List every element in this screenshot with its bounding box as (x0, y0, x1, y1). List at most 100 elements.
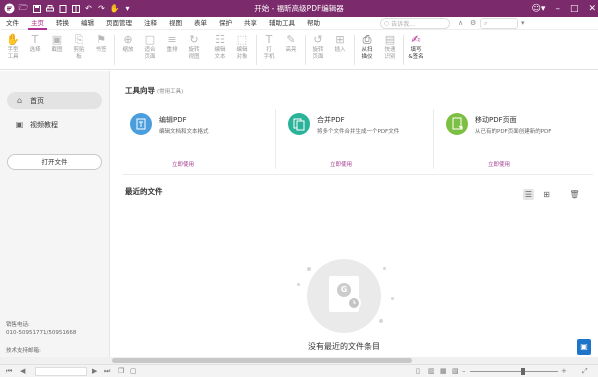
tab-protect[interactable]: 保护 (213, 17, 238, 30)
cover-page-icon[interactable]: ▧ (452, 367, 459, 375)
select-button[interactable]: T 选择 (24, 33, 46, 54)
typewriter-button[interactable]: T打 字机 (258, 33, 280, 61)
tab-page-management[interactable]: 页面管理 (100, 17, 138, 30)
tab-accessibility[interactable]: 辅助工具 (263, 17, 301, 30)
zoom-slider[interactable] (470, 371, 558, 372)
tool-divider (433, 109, 434, 169)
rotate-view-button[interactable]: ↻ 旋转 视图 (183, 33, 205, 61)
minimize-button[interactable]: – (555, 4, 560, 14)
tools-wizard-title: 工具向导 (常用工具) (125, 85, 183, 96)
tool-divider (275, 109, 276, 169)
undo-icon[interactable]: ↶ (83, 3, 94, 14)
app-watermark-icon: G (337, 283, 351, 297)
fill-sign-button[interactable]: ✍ 填写 &签名 (405, 33, 427, 61)
hand-tool-button[interactable]: ✋ 手型 工具 (2, 33, 24, 61)
tab-comment[interactable]: 注释 (138, 17, 163, 30)
quick-ocr-button[interactable]: ▤ 快速 识别 (379, 33, 401, 61)
clipboard-button[interactable]: ⎘ 剪贴 板 (68, 33, 90, 61)
tool-desc: 编辑文档和文本格式 (159, 129, 209, 135)
tool-desc: 将多个文件合并生成一个PDF文件 (317, 129, 400, 135)
single-page-icon[interactable]: ▯ (416, 367, 420, 375)
first-page-icon[interactable]: ⏮ (6, 367, 12, 376)
pen-sign-icon: ✍ (411, 33, 421, 46)
title-bar: 🗁 ↶ ↷ ✋ ▾ 开始 - 福昕高级PDF编辑器 ☺▾ – □ ✕ (0, 0, 598, 17)
scrollbar-thumb[interactable] (112, 358, 412, 363)
account-icon[interactable]: ☺▾ (532, 4, 546, 14)
tab-share[interactable]: 共享 (238, 17, 263, 30)
tab-home[interactable]: 主页 (25, 17, 50, 30)
bookmark-button[interactable]: ⚑ 书签 (90, 33, 112, 54)
edit-text-button[interactable]: ☷ 编辑 文本 (209, 33, 231, 61)
maximize-button[interactable]: □ (570, 4, 579, 14)
trash-icon[interactable]: 🗑 (569, 189, 580, 200)
fit-view-icon[interactable]: ▢ (130, 367, 137, 375)
grid-view-icon[interactable]: ⊞ (541, 189, 552, 200)
list-view-icon[interactable]: ☰ (523, 189, 534, 200)
close-button[interactable]: ✕ (588, 4, 596, 14)
tab-form[interactable]: 表单 (188, 17, 213, 30)
tab-edit[interactable]: 编辑 (75, 17, 100, 30)
select-text-icon: T (31, 33, 39, 46)
settings-gear-icon[interactable]: ⚙ (470, 19, 476, 27)
zoom-in-icon[interactable]: + (561, 367, 567, 375)
tool-card-merge-pdf[interactable]: 合并PDF 将多个文件合并生成一个PDF文件 立即使用 (288, 111, 438, 171)
screenshot-button[interactable]: ▣ 截图 (46, 33, 68, 54)
ocr-icon: ▤ (384, 33, 396, 46)
new-doc-icon[interactable] (57, 3, 68, 14)
zoom-slider-knob[interactable] (521, 368, 525, 375)
open-icon[interactable]: 🗁 (18, 3, 29, 14)
tool-card-move-pages[interactable]: 移动PDF页面 从已有的PDF页面创建新的PDF 立即使用 (446, 111, 596, 171)
tool-card-edit-pdf[interactable]: 编辑PDF 编辑文档和文本格式 立即使用 (130, 111, 280, 171)
tell-me-search[interactable]: ○ 告诉我... (380, 18, 450, 29)
floating-panel-button[interactable]: ▣ (577, 339, 591, 355)
window-controls: ☺▾ – □ ✕ (532, 0, 596, 17)
fit-page-button[interactable]: □ 适合 页面 (139, 33, 161, 61)
ribbon-separator (354, 35, 355, 65)
horizontal-scrollbar[interactable] (0, 357, 598, 364)
tab-convert[interactable]: 转换 (50, 17, 75, 30)
zoom-out-icon[interactable]: – (462, 367, 466, 375)
customize-qa-chevron-icon[interactable]: ▾ (122, 3, 133, 14)
find-input[interactable]: ⌕ (480, 18, 518, 29)
from-scanner-button[interactable]: ⎙ 从扫 描仪 (356, 33, 378, 61)
use-now-link[interactable]: 立即使用 (488, 160, 510, 168)
sidebar-item-video-tutorial[interactable]: ▣ 视频教程 (7, 116, 102, 133)
next-page-icon[interactable]: ▶ (92, 367, 97, 375)
edit-object-button[interactable]: ⬚ 编辑 对象 (231, 33, 253, 61)
zoom-button[interactable]: ⊕ 缩放 (117, 33, 139, 54)
tab-view[interactable]: 视图 (163, 17, 188, 30)
save-icon[interactable] (31, 3, 42, 14)
menu-tabs: 文件 主页 转换 编辑 页面管理 注释 视图 表单 保护 共享 辅助工具 帮助 … (0, 17, 598, 30)
fullscreen-icon[interactable]: ⤢ (582, 367, 588, 376)
open-file-button[interactable]: 打开文件 (7, 154, 102, 170)
redo-icon[interactable]: ↷ (96, 3, 107, 14)
decor-dot (379, 319, 383, 323)
typewriter-icon: T (265, 33, 273, 46)
decor-dot (297, 283, 300, 286)
insert-button[interactable]: ⊞ 插入 (329, 33, 351, 54)
continuous-page-icon[interactable]: ▥ (428, 367, 435, 375)
section-divider (123, 174, 593, 175)
hand-select-icon[interactable]: ✋ (109, 3, 120, 14)
prev-page-icon[interactable]: ◀ (20, 367, 25, 375)
page-number-input[interactable] (35, 367, 87, 376)
left-sidebar: ⌂ 首页 ▣ 视频教程 打开文件 销售电话: 010-50951771/5095… (0, 71, 110, 357)
use-now-link[interactable]: 立即使用 (172, 160, 194, 168)
find-search-icon: ⌕ (484, 19, 488, 27)
tab-file[interactable]: 文件 (0, 17, 25, 30)
layout-icon[interactable] (70, 3, 81, 14)
tab-help[interactable]: 帮助 (301, 17, 326, 30)
print-icon[interactable] (44, 3, 55, 14)
last-page-icon[interactable]: ⏭ (104, 367, 110, 376)
ribbon-chevron-icon[interactable]: ∧ (458, 19, 463, 27)
highlight-button[interactable]: ✎ 高亮 (280, 33, 302, 54)
reflow-icon: ≡ (167, 33, 177, 46)
find-next-icon[interactable]: ▾ (521, 19, 525, 27)
use-now-link[interactable]: 立即使用 (330, 160, 352, 168)
copy-page-icon[interactable]: ❐ (118, 367, 124, 375)
rotate-page-button[interactable]: ↺ 旋转 页面 (307, 33, 329, 61)
facing-pages-icon[interactable]: ▦ (440, 367, 447, 375)
sidebar-item-home[interactable]: ⌂ 首页 (7, 92, 102, 109)
reflow-button[interactable]: ≡ 重排 (161, 33, 183, 54)
insert-page-icon: ⊞ (335, 33, 345, 46)
